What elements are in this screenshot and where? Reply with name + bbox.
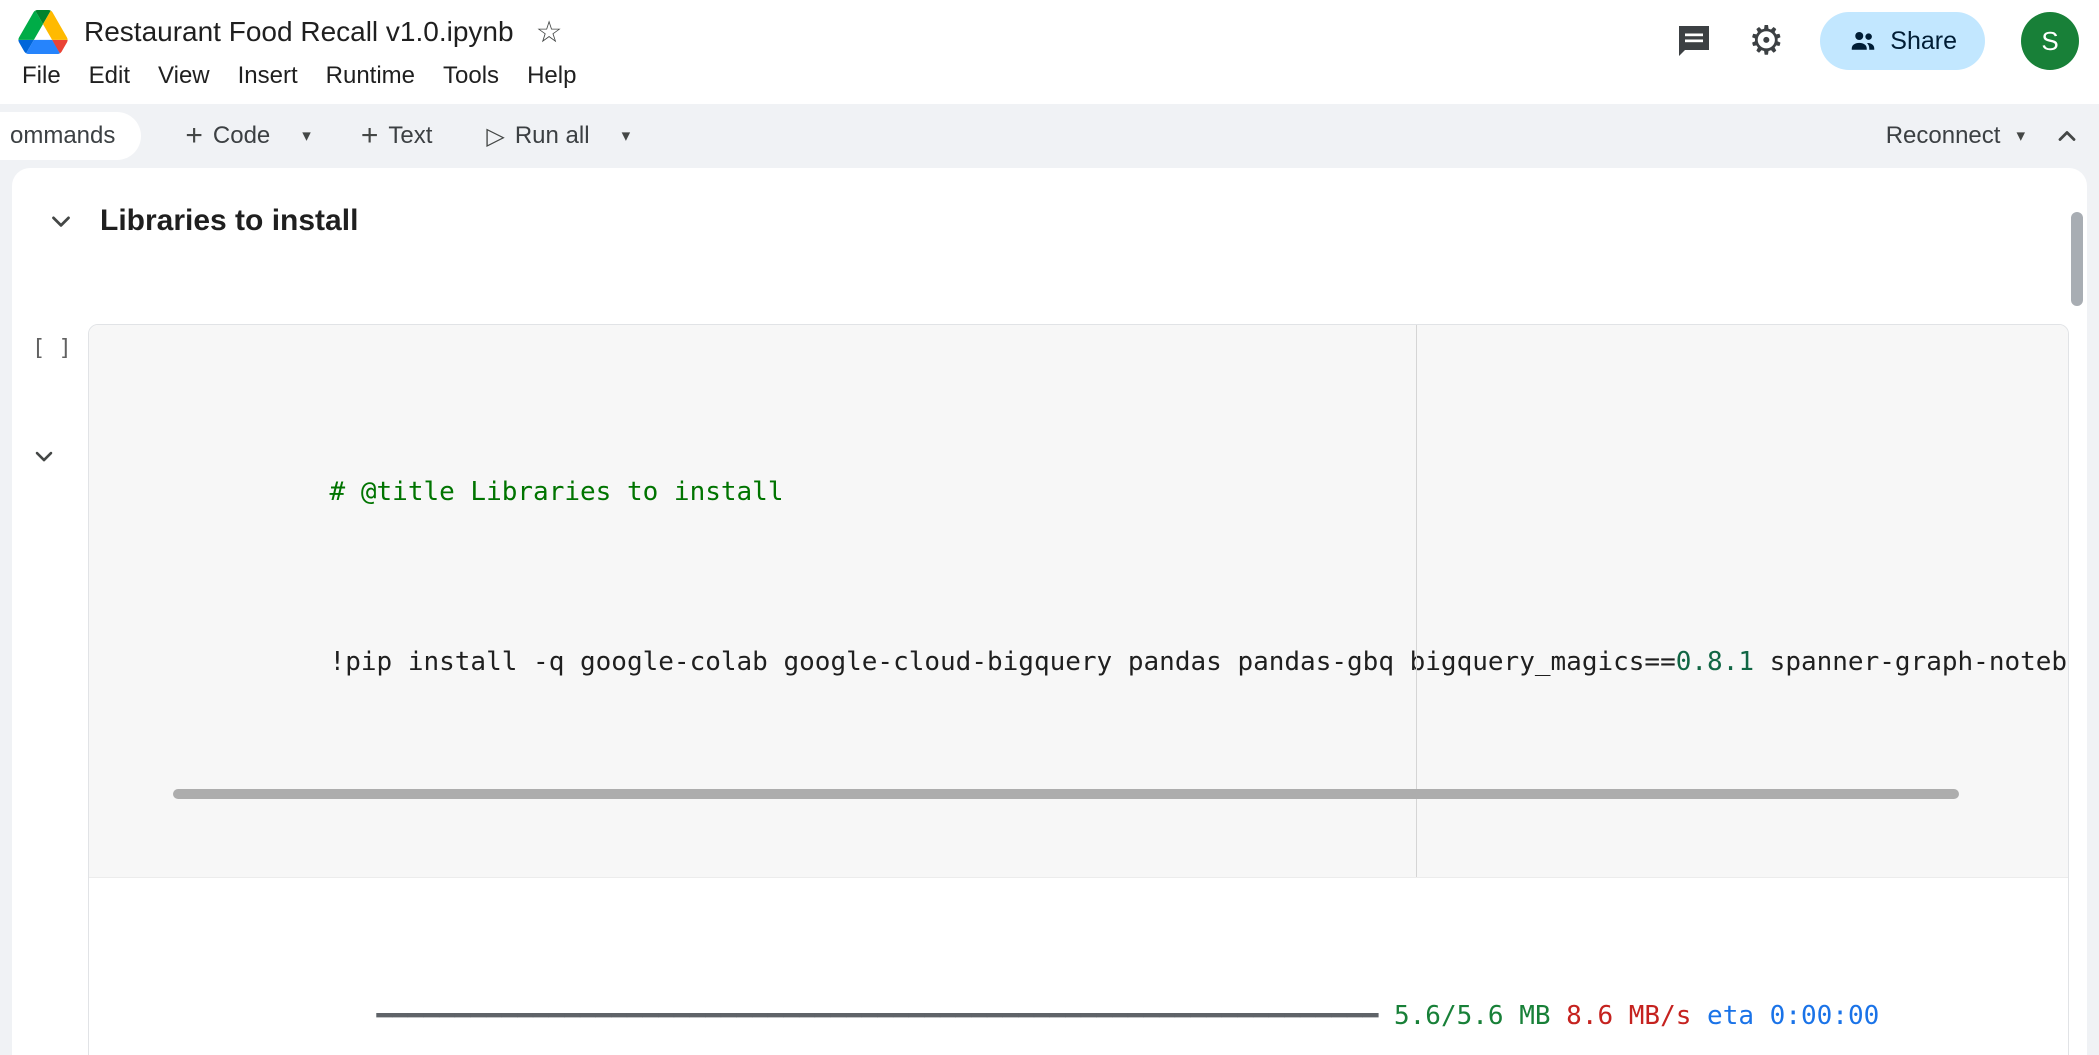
comments-button[interactable] bbox=[1676, 23, 1712, 59]
plus-icon: + bbox=[185, 121, 203, 151]
number-token: 0.8.1 bbox=[1676, 647, 1754, 677]
share-button[interactable]: Share bbox=[1820, 12, 1985, 70]
reconnect-button[interactable]: Reconnect bbox=[1876, 116, 2011, 156]
menu-help[interactable]: Help bbox=[513, 56, 590, 96]
notebook-canvas: Libraries to install [ ] # @title Librar… bbox=[12, 168, 2087, 1055]
run-all-button[interactable]: ▷ Run all bbox=[476, 116, 599, 156]
code-cell-pip-install: [ ] # @title Libraries to install !pip i… bbox=[12, 324, 2087, 1055]
section-title: Libraries to install bbox=[100, 204, 358, 238]
add-code-button[interactable]: + Code bbox=[175, 115, 280, 157]
chevron-down-icon bbox=[30, 442, 58, 470]
chevron-up-icon bbox=[2053, 122, 2081, 150]
code-token: spanner-graph-notebook== bbox=[1754, 647, 2069, 677]
plus-icon: + bbox=[361, 121, 379, 151]
menu-insert[interactable]: Insert bbox=[224, 56, 312, 96]
pip-progress-line: ━━━━━━━━━━━━━━━━━━━━━━━━━━━━━━━━━━━━━━━━… bbox=[173, 962, 2068, 1055]
people-icon bbox=[1848, 26, 1878, 56]
notebook-toolbar: ommands + Code ▾ + Text ▷ Run all ▾ Reco… bbox=[0, 104, 2099, 168]
horizontal-scrollbar[interactable] bbox=[173, 789, 1959, 799]
section-header: Libraries to install bbox=[12, 204, 2087, 238]
add-code-caret-icon[interactable]: ▾ bbox=[296, 122, 317, 150]
menu-file[interactable]: File bbox=[8, 56, 75, 96]
code-line: # @title Libraries to install bbox=[173, 441, 2068, 543]
share-label: Share bbox=[1890, 27, 1957, 56]
star-icon[interactable]: ☆ bbox=[536, 15, 563, 50]
play-icon: ▷ bbox=[486, 124, 504, 148]
menu-edit[interactable]: Edit bbox=[75, 56, 144, 96]
run-all-caret-icon[interactable]: ▾ bbox=[616, 122, 637, 150]
run-all-label: Run all bbox=[515, 122, 590, 150]
cell-run-marker[interactable]: [ ] bbox=[32, 336, 72, 361]
progress-bar: ━━━━━━━━━━━━━━━━━━━━━━━━━━━━━━━━━━━━━━━━… bbox=[330, 1001, 1379, 1031]
output-collapse-button[interactable] bbox=[30, 442, 58, 470]
header-actions: ⚙ Share S bbox=[1676, 12, 2079, 70]
avatar[interactable]: S bbox=[2021, 12, 2079, 70]
download-speed: 8.6 MB/s bbox=[1551, 1001, 1692, 1031]
add-code-label: Code bbox=[213, 122, 270, 150]
main-wrap: Libraries to install [ ] # @title Librar… bbox=[0, 168, 2099, 1055]
cell-gutter: [ ] bbox=[12, 324, 88, 1055]
menu-tools[interactable]: Tools bbox=[429, 56, 513, 96]
settings-button[interactable]: ⚙ bbox=[1748, 21, 1784, 61]
notebook-title[interactable]: Restaurant Food Recall v1.0.ipynb bbox=[84, 16, 514, 48]
gear-icon: ⚙ bbox=[1748, 21, 1784, 61]
code-editor[interactable]: # @title Libraries to install !pip insta… bbox=[89, 325, 2068, 877]
code-token: !pip install -q google-colab google-clou… bbox=[330, 647, 1676, 677]
menu-view[interactable]: View bbox=[144, 56, 224, 96]
download-size: 5.6/5.6 MB bbox=[1378, 1001, 1550, 1031]
drive-logo-icon bbox=[18, 10, 68, 54]
comment-token: # @title Libraries to install bbox=[330, 477, 784, 507]
toolbar-collapse-button[interactable] bbox=[2053, 122, 2081, 150]
cell-output: ━━━━━━━━━━━━━━━━━━━━━━━━━━━━━━━━━━━━━━━━… bbox=[89, 877, 2068, 1055]
section-collapse-button[interactable] bbox=[46, 206, 76, 236]
app-header: Restaurant Food Recall v1.0.ipynb ☆ File… bbox=[0, 0, 2099, 104]
code-line: !pip install -q google-colab google-clou… bbox=[173, 611, 2068, 713]
avatar-initial: S bbox=[2041, 26, 2058, 57]
cell-box: # @title Libraries to install !pip insta… bbox=[88, 324, 2069, 1055]
add-text-button[interactable]: + Text bbox=[351, 115, 443, 157]
command-palette-button[interactable]: ommands bbox=[0, 112, 141, 160]
comment-icon bbox=[1676, 23, 1712, 59]
vertical-scrollbar[interactable] bbox=[2071, 212, 2083, 306]
reconnect-caret-icon[interactable]: ▾ bbox=[2010, 122, 2031, 150]
menu-runtime[interactable]: Runtime bbox=[312, 56, 429, 96]
add-text-label: Text bbox=[388, 122, 432, 150]
reconnect-label: Reconnect bbox=[1886, 122, 2001, 150]
chevron-down-icon bbox=[46, 206, 76, 236]
download-eta: eta 0:00:00 bbox=[1691, 1001, 1879, 1031]
